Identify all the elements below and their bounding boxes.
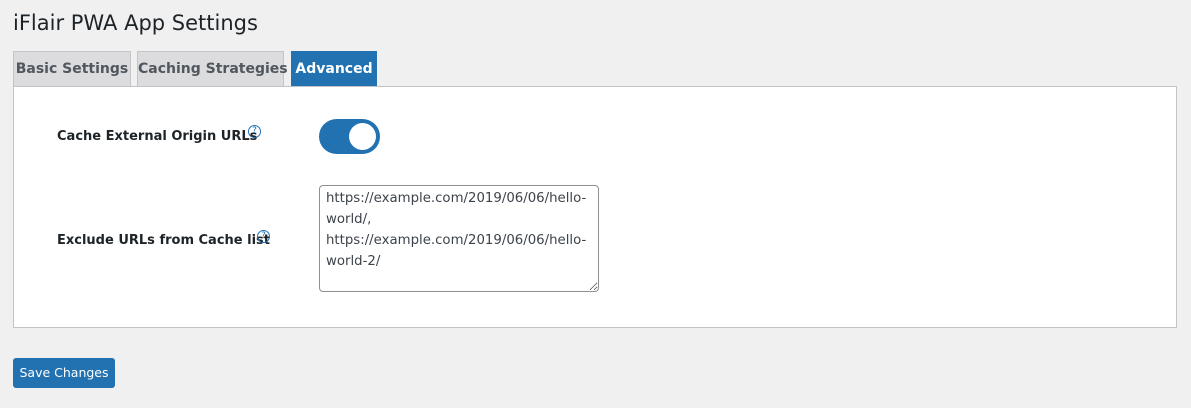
- tab-advanced[interactable]: Advanced: [291, 51, 377, 87]
- cache-external-label: Cache External Origin URLs: [57, 129, 258, 144]
- tab-caching-strategies[interactable]: Caching Strategies: [137, 51, 288, 86]
- question-circle-icon[interactable]: ?: [257, 230, 270, 243]
- question-circle-icon[interactable]: ?: [248, 125, 261, 138]
- toggle-knob: [349, 123, 376, 150]
- exclude-urls-textarea[interactable]: https://example.com/2019/06/06/hello-wor…: [319, 185, 599, 292]
- tab-basic-settings[interactable]: Basic Settings: [13, 51, 131, 86]
- save-changes-button[interactable]: Save Changes: [13, 358, 115, 388]
- cache-external-toggle[interactable]: [319, 119, 380, 154]
- exclude-urls-label: Exclude URLs from Cache list: [57, 233, 270, 248]
- advanced-settings-panel: Cache External Origin URLs ? Exclude URL…: [13, 86, 1177, 328]
- page-title: iFlair PWA App Settings: [13, 11, 258, 35]
- settings-page: iFlair PWA App Settings Basic Settings C…: [0, 0, 1191, 408]
